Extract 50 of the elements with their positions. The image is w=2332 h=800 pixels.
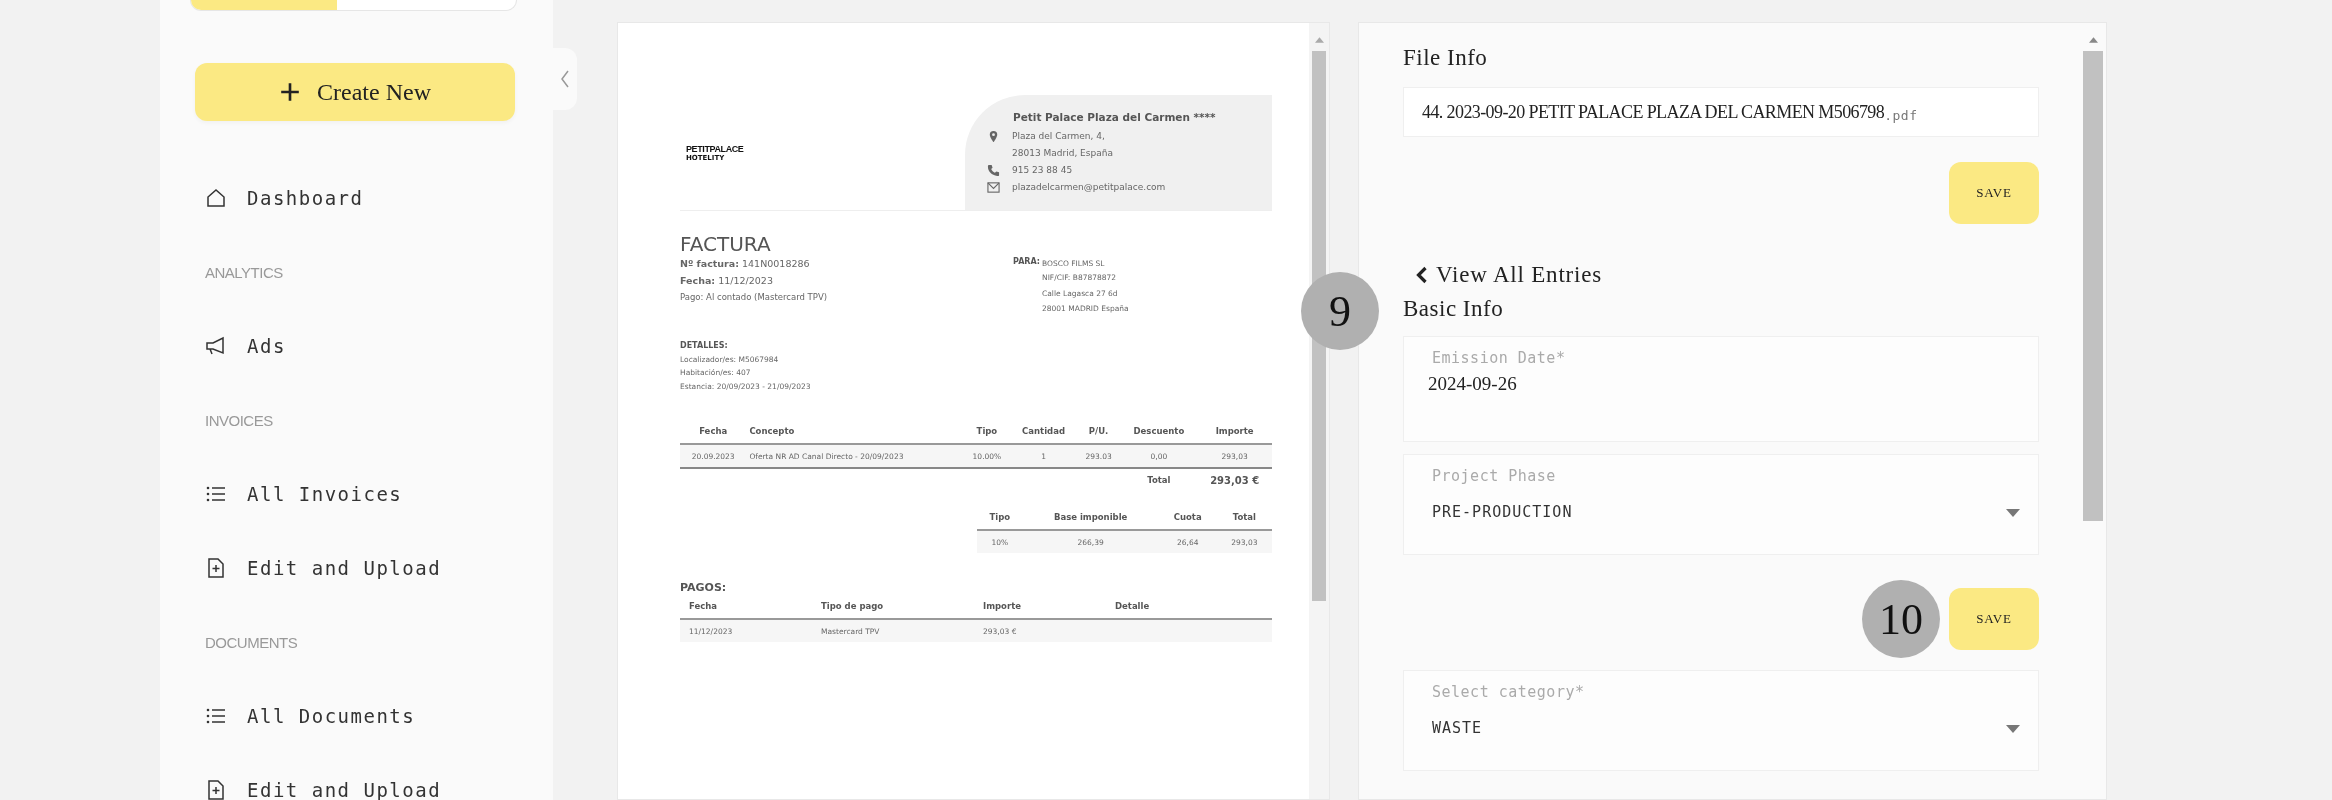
chevron-left-icon bbox=[1415, 266, 1428, 284]
save-button[interactable]: SAVE bbox=[1949, 162, 2039, 224]
hotel-phone: 915 23 88 45 bbox=[1012, 164, 1073, 177]
hotel-address: Plaza del Carmen, 4, bbox=[1012, 130, 1106, 143]
invoice-title: FACTURA bbox=[680, 233, 772, 255]
file-plus-icon bbox=[205, 557, 227, 579]
step-marker: 9 bbox=[1301, 272, 1379, 350]
step-marker: 10 bbox=[1862, 580, 1940, 658]
megaphone-icon bbox=[205, 335, 227, 357]
select-field[interactable]: Project Phase PRE-PRODUCTION bbox=[1403, 454, 2039, 555]
create-new-button[interactable]: Create New bbox=[195, 63, 515, 121]
scroll-up-icon bbox=[2088, 37, 2098, 43]
section-title: File Info bbox=[1403, 44, 1489, 72]
invoice-meta: Nº factura: 141N0018286 bbox=[680, 257, 811, 271]
collapse-button[interactable] bbox=[553, 48, 577, 110]
phone-icon bbox=[987, 164, 1000, 177]
toggle-control[interactable] bbox=[190, 0, 517, 11]
plus-icon bbox=[279, 81, 301, 103]
recipient-label: PARA: bbox=[1013, 257, 1041, 268]
hotel-name: Petit Palace Plaza del Carmen **** bbox=[1013, 111, 1217, 123]
location-pin-icon bbox=[987, 130, 1000, 143]
nav-item[interactable]: All Invoices bbox=[195, 457, 515, 531]
nav-item[interactable]: All Documents bbox=[195, 679, 515, 753]
envelope-icon bbox=[987, 181, 1000, 194]
section-title: Basic Info bbox=[1403, 295, 1505, 323]
scrollbar[interactable] bbox=[1309, 23, 1329, 799]
details-heading: DETALLES: bbox=[680, 339, 729, 352]
total-label: Total bbox=[1120, 468, 1198, 491]
invoice-meta: Fecha: 11/12/2023 bbox=[680, 274, 774, 288]
nav-item[interactable]: Ads bbox=[195, 309, 515, 383]
save-button[interactable]: SAVE bbox=[1949, 588, 2039, 650]
total-value: 293,03 € bbox=[1197, 468, 1272, 491]
select-field[interactable]: Select category* WASTE bbox=[1403, 670, 2039, 771]
section-heading: ANALYTICS bbox=[204, 262, 284, 283]
section-heading: INVOICES bbox=[204, 410, 274, 431]
file-plus-icon bbox=[205, 779, 227, 800]
scroll-up-icon bbox=[1314, 37, 1324, 43]
home-icon bbox=[205, 187, 227, 209]
caret-icon bbox=[2006, 509, 2020, 517]
caret-icon bbox=[2006, 725, 2020, 733]
section-heading: DOCUMENTS bbox=[204, 632, 299, 653]
date-field[interactable]: Emission Date* 2024-09-26 bbox=[1403, 336, 2039, 442]
hotel-email: plazadelcarmen@petitpalace.com bbox=[1012, 181, 1166, 194]
chevron-left-icon bbox=[560, 69, 570, 89]
hotel-address: 28013 Madrid, España bbox=[1012, 147, 1113, 160]
invoice-meta: Pago: Al contado (Mastercard TPV) bbox=[680, 291, 829, 304]
view-all-entries-link[interactable]: View All Entries bbox=[1415, 262, 1602, 288]
nav-item[interactable]: Edit and Upload bbox=[195, 531, 515, 605]
payments-heading: PAGOS: bbox=[680, 581, 728, 594]
nav-item[interactable]: Dashboard bbox=[195, 161, 515, 235]
